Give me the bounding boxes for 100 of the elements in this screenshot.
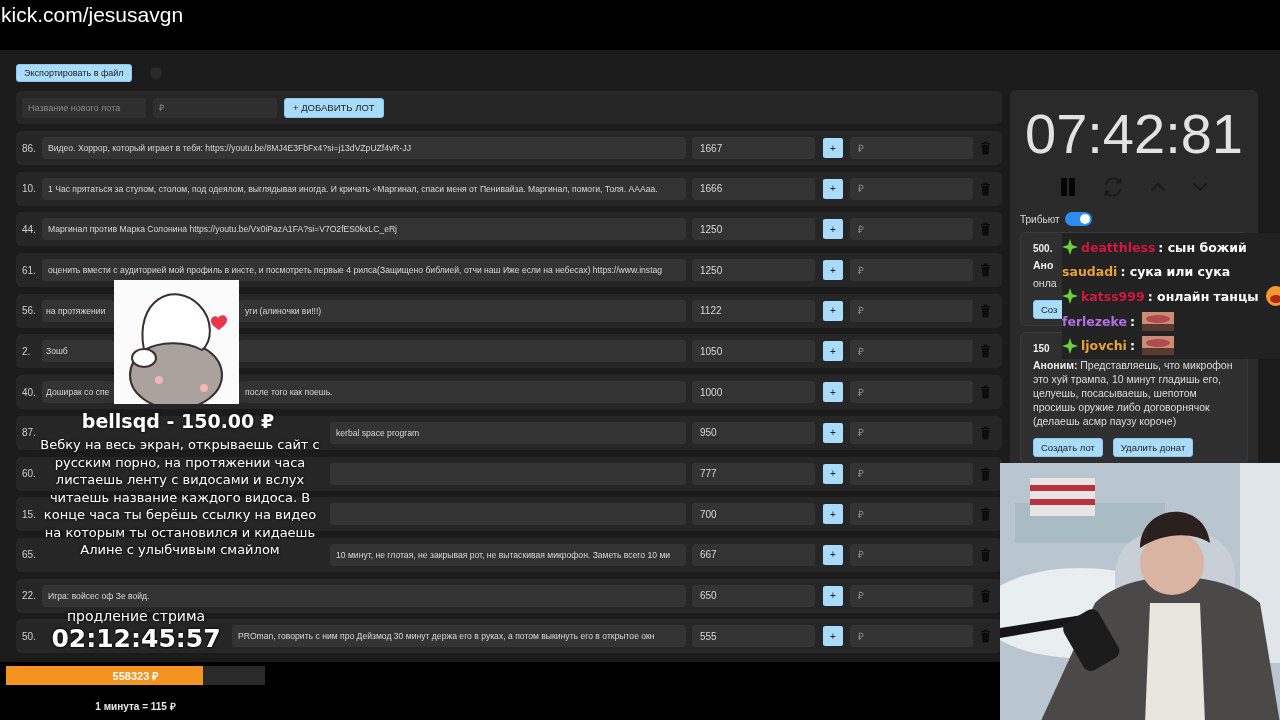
lot-amount-field[interactable]: 1250: [692, 259, 815, 282]
lot-amount-field[interactable]: 650: [692, 584, 815, 607]
lot-amount-field[interactable]: 667: [692, 543, 815, 566]
lot-amount-field[interactable]: 1000: [692, 381, 815, 404]
lot-amount-field[interactable]: 777: [692, 462, 815, 485]
add-amount-button[interactable]: +: [823, 463, 843, 484]
lot-number: 56.: [22, 305, 37, 317]
extension-label: продление стрима: [65, 608, 207, 624]
page-address: kick.com/jesusavgn: [0, 2, 184, 27]
price-field[interactable]: ₽: [850, 584, 973, 607]
donation-amount: 150: [1033, 343, 1050, 354]
lot-text-field[interactable]: Доширак со спе: [42, 381, 114, 404]
trash-icon[interactable]: [980, 507, 991, 522]
add-amount-button[interactable]: +: [823, 138, 843, 158]
tribute-toggle[interactable]: [1064, 212, 1092, 226]
lot-number: 61.: [22, 264, 37, 276]
lot-name-field[interactable]: Название нового лота: [22, 97, 146, 118]
lot-number: 2.: [22, 345, 32, 357]
export-button[interactable]: Экспортировать в файл: [16, 64, 132, 82]
add-amount-button[interactable]: +: [823, 382, 843, 403]
lot-number: 10.: [22, 183, 37, 195]
lot-number: 65.: [22, 549, 37, 561]
lot-amount-field[interactable]: 1666: [692, 177, 815, 200]
trash-icon[interactable]: [980, 466, 991, 481]
add-amount-button[interactable]: +: [823, 585, 843, 606]
lot-amount-field[interactable]: 1250: [692, 218, 815, 241]
tribute-label: Трибьют: [1020, 213, 1060, 225]
add-amount-button[interactable]: +: [823, 422, 843, 443]
price-field[interactable]: ₽: [850, 137, 973, 159]
lot-amount-field[interactable]: 555: [692, 625, 815, 648]
price-field[interactable]: ₽: [850, 543, 973, 566]
lot-text-field[interactable]: 10 минут, не глотая, не закрывая рот, не вытаскивая микрофон. Заметь всего 10 ми: [330, 543, 686, 566]
goal-amount: 558323 ₽: [112, 669, 159, 683]
lot-amount-field[interactable]: 1050: [692, 340, 815, 363]
price-field[interactable]: ₽: [850, 299, 973, 322]
price-field[interactable]: ₽: [850, 259, 973, 282]
add-amount-button[interactable]: +: [823, 544, 843, 565]
lot-number: 22.: [22, 590, 37, 602]
price-field[interactable]: ₽: [850, 177, 973, 200]
add-amount-button[interactable]: +: [823, 341, 843, 362]
trash-icon[interactable]: [980, 344, 991, 359]
chat-username: deatthless: [1081, 239, 1156, 255]
trash-icon[interactable]: [980, 181, 991, 196]
add-amount-button[interactable]: +: [823, 300, 843, 321]
lot-text-field[interactable]: Видео. Хоррор, который играет в тебя: https://youtu.be/8MJ4E3FbFx4?si=j13dVZpUZf4vR-JJ: [42, 137, 686, 159]
lot-text-field[interactable]: уги (алиночки ви!!!): [239, 299, 686, 322]
chat-message: : сын божий: [1158, 239, 1247, 255]
lot-text-field[interactable]: [239, 340, 686, 363]
add-amount-button[interactable]: +: [823, 219, 843, 240]
donation-alert-message: Вебку на весь экран, открываешь сайт с русским порно, на протяжении часа листаешь ленту с видосами и вслух читаешь название каждого видоса. В конце часа ты берёшь ссылку на видео на которым ты остановился и кидаешь Алине с улыбчивым смайлом: [40, 436, 320, 559]
price-field[interactable]: ₽: [850, 218, 973, 241]
donation-message: Ано: [1033, 258, 1054, 272]
lot-text-field[interactable]: Маргинал против Марка Солонина https://youtu.be/Vx0iPazA1FA?si=V7O2fES0kxLC_eRj: [42, 218, 686, 241]
lot-text-field[interactable]: PROman, говорить с ним про Дейзмод 30 минут держа его в руках, а потом выкинуть его в открытое окн: [232, 625, 686, 648]
trash-icon[interactable]: [980, 425, 991, 440]
delete-donation-button[interactable]: Удалить донат: [1112, 438, 1194, 457]
lot-text-field[interactable]: на протяжении: [42, 299, 114, 322]
lot-amount-field[interactable]: 1667: [692, 137, 815, 159]
price-field[interactable]: ₽: [850, 381, 973, 404]
price-field[interactable]: ₽: [850, 503, 973, 526]
lot-text-field[interactable]: Игра: войсес оф Зе войд.: [42, 584, 686, 607]
lot-number: 40.: [22, 386, 37, 398]
price-field[interactable]: ₽: [850, 340, 973, 363]
price-field[interactable]: ₽: [850, 625, 973, 648]
create-lot-button[interactable]: Создать лот: [1033, 438, 1103, 457]
lot-number: 44.: [22, 223, 37, 235]
trash-icon[interactable]: [980, 547, 991, 562]
lot-text-field[interactable]: 1 Час прятаться за стулом, столом, под одеялом, выглядывая иногда. И кричать «Маргинал, спаси меня от Пенивайза. Маргинал, помоги, Толя. АААаа.: [42, 177, 686, 200]
chat-message: : сука или сука: [1120, 264, 1231, 280]
price-field[interactable]: ₽: [850, 462, 973, 485]
lot-text-field[interactable]: оценить вмести с аудиторией мой профиль в инсте, и посмотреть первые 4 рилса(Защищено библией, отчи наш Иже если на небесах) https://www.instag: [42, 259, 686, 282]
chat-username: katss999: [1081, 289, 1145, 304]
trash-icon[interactable]: [980, 385, 991, 400]
donation-message: Аноним: Представляешь, что микрофон это хуй трампа, 10 минут гладишь его, целуешь, посасываешь, шепотом просишь оружие либо договорнячок (делаешь асмр паузу короче): [1033, 358, 1234, 428]
add-amount-button[interactable]: +: [823, 260, 843, 281]
trash-icon[interactable]: [980, 303, 991, 318]
lot-amount-field[interactable]: 950: [692, 421, 815, 444]
lot-number: 15.: [22, 508, 37, 520]
pause-icon[interactable]: [1060, 178, 1076, 196]
lot-number: 86.: [22, 142, 37, 154]
chat-username: ljovchi: [1081, 338, 1127, 354]
price-field[interactable]: ₽: [850, 421, 973, 444]
trash-icon[interactable]: [980, 588, 991, 603]
trash-icon[interactable]: [980, 629, 991, 644]
add-amount-button[interactable]: +: [823, 178, 843, 199]
add-lot-button[interactable]: + ДОБАВИТЬ ЛОТ: [284, 97, 384, 118]
add-amount-button[interactable]: +: [823, 504, 843, 525]
add-amount-button[interactable]: +: [823, 626, 843, 647]
donation-message: онла: [1033, 276, 1057, 290]
trash-icon[interactable]: [980, 222, 991, 237]
lot-price-field[interactable]: ₽: [153, 97, 277, 118]
lot-text-field[interactable]: Зошб: [42, 340, 114, 363]
lot-amount-field[interactable]: 1122: [692, 299, 815, 322]
lot-amount-field[interactable]: 700: [692, 503, 815, 526]
trash-icon[interactable]: [980, 263, 991, 278]
lot-text-field[interactable]: после того как поешь.: [239, 381, 686, 404]
chat-message: :: [1130, 313, 1136, 329]
lot-number: 87.: [22, 427, 37, 439]
lot-text-field[interactable]: kerbal space program: [330, 421, 686, 444]
trash-icon[interactable]: [980, 141, 991, 155]
